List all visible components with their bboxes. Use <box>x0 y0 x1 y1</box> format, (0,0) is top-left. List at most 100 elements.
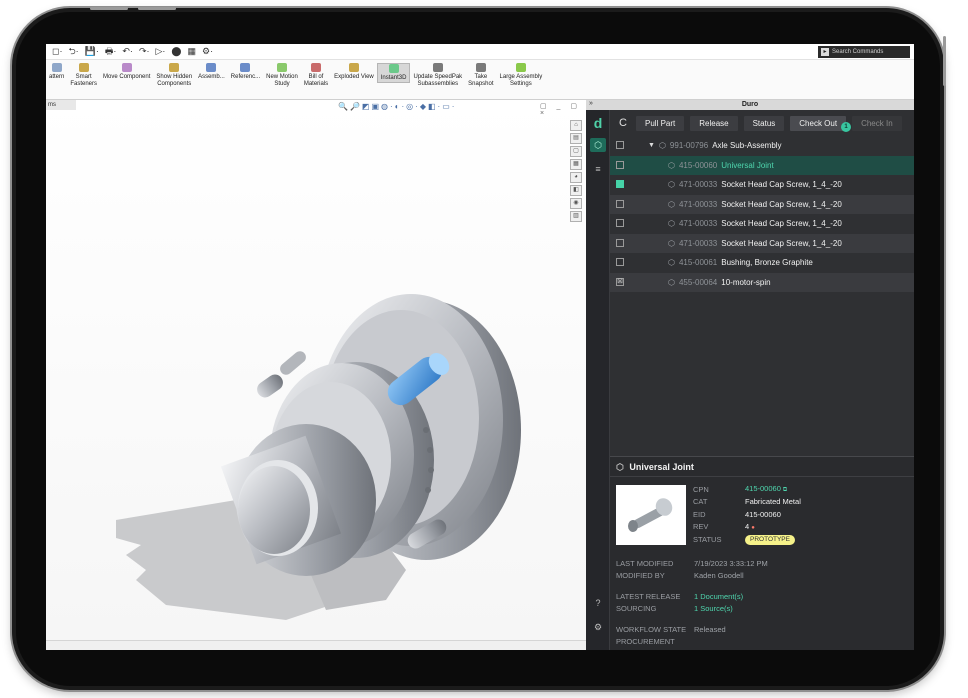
ribbon-button-label: Large Assembly <box>499 74 543 80</box>
quick-access-icon[interactable]: ⚙· <box>200 46 215 57</box>
pull-part-button[interactable]: Pull Part <box>636 115 685 131</box>
ribbon-button[interactable]: attern <box>46 63 67 81</box>
ribbon-button[interactable]: Update SpeedPak Subassemblies <box>410 63 465 88</box>
latest-release-row: LATEST RELEASE 1 Document(s) <box>616 590 768 603</box>
ribbon-command-icon <box>515 63 526 72</box>
component-thumbnail <box>616 485 686 545</box>
ribbon-button-label: Smart <box>75 74 92 80</box>
task-pane-icon[interactable]: ◕ <box>570 172 582 183</box>
ribbon-command-icon <box>311 63 321 72</box>
ribbon-button[interactable]: Instant3D <box>376 63 411 83</box>
status-row: STATUS PROTOTYPE <box>693 533 801 546</box>
task-pane-icon[interactable]: ◧ <box>570 185 582 196</box>
task-pane-icon[interactable]: ▤ <box>570 133 582 144</box>
procurement-row: PROCUREMENT <box>616 636 768 649</box>
task-pane-icon[interactable]: ▦ <box>570 159 582 170</box>
expand-caret-icon[interactable]: ▼ <box>648 142 655 149</box>
ribbon-button[interactable]: Move Component <box>100 63 153 81</box>
ribbon-button[interactable]: Take Snapshot <box>465 63 496 88</box>
sourcing-link[interactable]: 1 Source(s) <box>694 604 733 613</box>
eid-row: EID 415-00060 <box>693 508 801 521</box>
quick-access-icon[interactable]: ↷· <box>137 46 152 57</box>
ribbon-button[interactable]: Show Hidden Components <box>153 63 195 88</box>
tree-row[interactable]: ⊠ ⬡ 455-00064 10-motor-spin <box>610 272 914 292</box>
ribbon-command-icon <box>432 63 443 72</box>
row-name: Bushing, Bronze Graphite <box>721 258 813 268</box>
check-out-label: Check Out <box>799 118 838 128</box>
graphics-area[interactable]: ms 🔍🔎◩▣◍·◐·◎·◆◧·▭· ▢ _ ▢ × ⌂ ▤ ▢ ▦ ◕ ◧ ◉… <box>46 100 586 650</box>
row-checkbox[interactable] <box>616 219 624 227</box>
modified-by-value: Kaden Goodell <box>694 571 744 581</box>
help-icon[interactable]: ? <box>590 598 606 608</box>
tree-row[interactable]: ⬡ 471-00033 Socket Head Cap Screw, 1_4_-20 <box>610 194 914 214</box>
row-cpn: 455-00064 <box>678 277 718 287</box>
check-in-button[interactable]: Check In <box>852 115 902 131</box>
collapse-panel-icon[interactable]: » <box>589 100 593 107</box>
duro-side-rail: d ⬡ ≡ ? ⚙ <box>586 110 610 650</box>
tree-row[interactable]: ⬡ 415-00061 Bushing, Bronze Graphite <box>610 253 914 273</box>
row-checkbox[interactable] <box>616 238 624 247</box>
quick-access-icon[interactable]: ▷· <box>153 46 167 57</box>
quick-access-icon[interactable]: ↶· <box>120 46 135 57</box>
task-pane-icon[interactable]: ▢ <box>570 146 582 157</box>
status-badge: PROTOTYPE <box>745 534 795 545</box>
assembly-model[interactable] <box>46 100 566 640</box>
row-cpn: 471-00033 <box>678 199 718 209</box>
row-checkbox[interactable] <box>616 160 624 169</box>
last-modified-value: 7/19/2023 3:33:12 PM <box>694 558 768 568</box>
details-header: ⬡ Universal Joint <box>610 457 914 477</box>
assembly-tree-icon[interactable]: ⬡ <box>590 138 606 152</box>
tree-row[interactable]: ⬡ 415-00060 Universal Joint <box>610 155 914 175</box>
list-view-icon[interactable]: ≡ <box>590 162 606 176</box>
ribbon-button[interactable]: New Motion Study <box>263 63 301 88</box>
ribbon-button[interactable]: Exploded View <box>331 63 377 81</box>
row-checkbox[interactable] <box>616 180 624 188</box>
quick-access-icon[interactable]: ⬤ <box>169 46 183 57</box>
cat-label: CAT <box>693 497 708 507</box>
ribbon-button[interactable]: Large Assembly Settings <box>497 63 546 88</box>
release-button[interactable]: Release <box>690 115 738 131</box>
duro-panel: Duro » d ⬡ ≡ ? ⚙ C Pull Part Release Sta… <box>586 100 914 650</box>
refresh-icon[interactable]: C <box>616 117 630 129</box>
ribbon-command-icon <box>51 63 62 72</box>
tree-row[interactable]: ⬡ 471-00033 Socket Head Cap Screw, 1_4_-20 <box>610 214 914 234</box>
row-cpn: 471-00033 <box>678 219 718 229</box>
ribbon-button[interactable]: Bill of Materials <box>301 63 331 88</box>
task-pane-icon[interactable]: ⌂ <box>570 120 582 131</box>
tree-row[interactable]: ⬡ 471-00033 Socket Head Cap Screw, 1_4_-20 <box>610 175 914 195</box>
settings-gear-icon[interactable]: ⚙ <box>590 622 606 633</box>
tablet-top-button-1 <box>90 7 128 10</box>
row-checkbox[interactable] <box>616 141 624 149</box>
latest-release-link[interactable]: 1 Document(s) <box>694 592 743 601</box>
ribbon-button[interactable]: Referenc... <box>228 63 263 81</box>
workflow-state-label: WORKFLOW STATE <box>616 624 687 634</box>
check-out-button[interactable]: Check Out 1 <box>790 115 852 132</box>
tree-row-content: ⬡ 471-00033 Socket Head Cap Screw, 1_4_-20 <box>610 219 842 228</box>
assembly-tree: ▼ ⬡ 991-00796 Axle Sub-Assembly ⬡ 415-00060 Un… <box>610 136 914 292</box>
quick-access-icon[interactable]: ▦ <box>185 46 198 57</box>
search-commands-input[interactable]: ▸ Search Commands <box>818 46 910 58</box>
tree-row[interactable]: ⬡ 471-00033 Socket Head Cap Screw, 1_4_-20 <box>610 233 914 253</box>
tree-row[interactable]: ▼ ⬡ 991-00796 Axle Sub-Assembly <box>610 136 914 156</box>
ribbon-button[interactable]: Assemb... <box>195 63 228 81</box>
sourcing-label: SOURCING <box>616 604 657 614</box>
external-link-icon: ⧉ <box>782 487 788 494</box>
cpn-link[interactable]: 415-00060 ⧉ <box>745 484 787 494</box>
row-checkbox[interactable] <box>616 199 624 208</box>
task-pane-icon[interactable]: ▥ <box>570 211 582 222</box>
cat-row: CAT Fabricated Metal <box>693 496 801 509</box>
row-checkbox[interactable] <box>616 258 624 266</box>
quick-access-icon[interactable]: 💾· <box>83 46 101 57</box>
task-pane-icon[interactable]: ◉ <box>570 198 582 209</box>
ribbon-button[interactable]: Smart Fasteners <box>67 63 100 88</box>
quick-access-icon[interactable]: ◻· <box>50 46 64 57</box>
task-pane-tabs: ⌂ ▤ ▢ ▦ ◕ ◧ ◉ ▥ <box>570 120 584 222</box>
row-checkbox[interactable]: ⊠ <box>616 277 624 286</box>
quick-access-icon[interactable]: ⮌· <box>66 44 80 60</box>
component-metadata: LAST MODIFIED 7/19/2023 3:33:12 PM MODIF… <box>616 557 768 648</box>
quick-access-icon[interactable]: 🖶· <box>103 44 119 60</box>
status-button[interactable]: Status <box>743 115 785 131</box>
rev-value-wrap: 4 ● <box>745 522 755 531</box>
ribbon-button-sublabel: Materials <box>303 81 329 87</box>
eid-value: 415-00060 <box>745 509 781 519</box>
